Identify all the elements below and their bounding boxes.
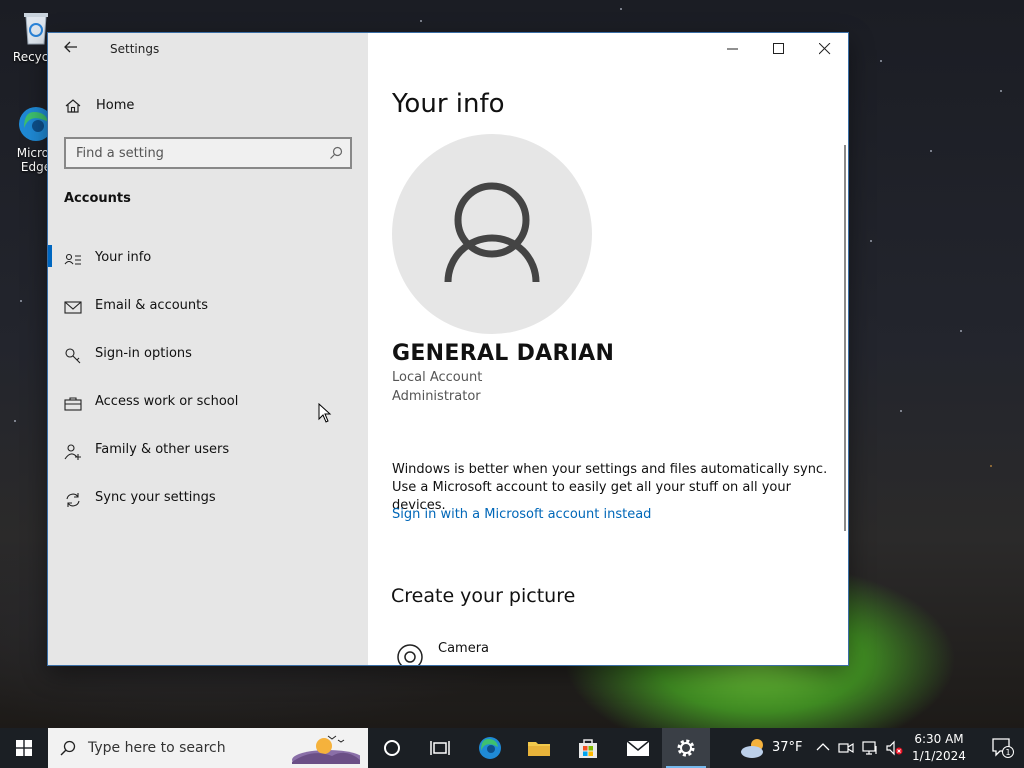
sidebar-item-family-other-users[interactable]: Family & other users <box>48 431 368 479</box>
sidebar-item-label: Sign-in options <box>95 346 192 361</box>
back-arrow-icon <box>64 41 77 53</box>
sidebar-item-label: Email & accounts <box>95 298 209 313</box>
notification-count: 1 <box>1005 748 1010 757</box>
chevron-up-icon <box>816 743 830 751</box>
section-heading-accounts: Accounts <box>64 191 131 206</box>
camera-icon <box>396 643 424 665</box>
taskbar-search-placeholder: Type here to search <box>88 740 226 756</box>
mail-button[interactable] <box>614 728 662 768</box>
taskbar-clock[interactable]: 6:30 AM 1/1/2024 <box>906 731 972 765</box>
sidebar-item-sync-settings[interactable]: Sync your settings <box>48 479 368 527</box>
cortana-button[interactable] <box>368 728 416 768</box>
settings-window: Settings Home Accounts <box>48 33 848 665</box>
search-icon[interactable] <box>328 145 344 161</box>
maximize-button[interactable] <box>756 33 802 65</box>
avatar <box>392 134 592 334</box>
file-explorer-button[interactable] <box>515 728 563 768</box>
home-icon <box>64 97 82 115</box>
find-setting-input[interactable] <box>66 139 326 167</box>
store-icon <box>579 739 597 758</box>
find-setting-search[interactable] <box>64 137 352 169</box>
account-type: Local Account <box>392 370 483 385</box>
sidebar-item-home[interactable]: Home <box>48 91 368 121</box>
accounts-nav: Your info Email & accounts Sign-in optio… <box>48 239 368 527</box>
sidebar-item-label: Your info <box>95 250 152 265</box>
sidebar-item-label: Sync your settings <box>95 490 216 505</box>
start-button[interactable] <box>0 728 48 768</box>
gear-icon <box>677 739 695 757</box>
taskbar: Type here to search 37°F 6:30 AM 1/1/202… <box>0 728 1024 768</box>
minimize-button[interactable] <box>710 33 756 65</box>
sidebar-item-sign-in-options[interactable]: Sign-in options <box>48 335 368 383</box>
minimize-icon <box>727 48 738 50</box>
settings-taskbar-button[interactable] <box>662 728 710 768</box>
volume-muted-icon <box>886 740 903 756</box>
back-button[interactable] <box>60 39 82 59</box>
your-info-pane: Your info GENERAL DARIAN Local Account A… <box>368 33 848 665</box>
microsoft-store-button[interactable] <box>564 728 612 768</box>
create-picture-heading: Create your picture <box>391 585 576 607</box>
page-title: Your info <box>392 89 505 119</box>
sidebar-item-label: Access work or school <box>95 394 239 409</box>
camera-tray-icon <box>838 742 854 754</box>
sidebar-item-label: Family & other users <box>95 442 230 457</box>
account-role: Administrator <box>392 389 481 404</box>
camera-label: Camera <box>438 641 490 656</box>
tray-volume[interactable] <box>884 728 906 768</box>
partly-cloudy-icon <box>741 739 763 758</box>
person-add-icon <box>64 443 82 461</box>
search-icon <box>60 740 76 756</box>
cortana-icon <box>384 740 400 756</box>
tray-meet-now[interactable] <box>836 728 856 768</box>
taskbar-edge-button[interactable] <box>466 728 514 768</box>
person-list-icon <box>64 251 82 269</box>
sidebar-item-label: Home <box>96 98 135 113</box>
close-icon <box>819 43 831 55</box>
edge-icon <box>479 737 501 759</box>
mail-icon <box>64 299 82 317</box>
tray-network[interactable] <box>860 728 882 768</box>
clock-time: 6:30 AM <box>914 732 964 746</box>
settings-sidebar: Settings Home Accounts <box>48 33 368 665</box>
window-controls <box>710 33 848 65</box>
sidebar-item-email-accounts[interactable]: Email & accounts <box>48 287 368 335</box>
task-view-icon <box>430 741 450 755</box>
task-view-button[interactable] <box>416 728 464 768</box>
user-silhouette-icon <box>444 182 540 283</box>
sync-icon <box>64 491 82 509</box>
taskbar-search-box[interactable]: Type here to search <box>48 728 368 768</box>
weather-widget[interactable]: 37°F <box>736 728 806 768</box>
window-title: Settings <box>110 42 160 56</box>
weather-temperature: 37°F <box>772 740 803 755</box>
folder-icon <box>528 742 550 756</box>
camera-option[interactable]: Camera <box>392 633 692 665</box>
close-button[interactable] <box>802 33 848 65</box>
network-icon <box>862 741 877 755</box>
action-center-button[interactable]: 1 <box>980 728 1024 768</box>
mail-icon <box>626 740 650 756</box>
windows-logo-icon <box>16 740 32 756</box>
key-icon <box>64 347 82 365</box>
search-highlight-art-icon <box>292 735 360 764</box>
sign-in-microsoft-link[interactable]: Sign in with a Microsoft account instead <box>392 507 651 522</box>
user-name: GENERAL DARIAN <box>392 341 615 366</box>
show-hidden-icons-button[interactable] <box>814 728 832 768</box>
sidebar-item-your-info[interactable]: Your info <box>48 239 368 287</box>
scrollbar[interactable] <box>844 145 846 531</box>
notification-icon: 1 <box>992 738 1014 758</box>
mouse-cursor-icon <box>318 402 332 427</box>
briefcase-icon <box>64 395 82 413</box>
title-bar[interactable]: Settings <box>48 33 368 65</box>
maximize-icon <box>773 43 784 54</box>
clock-date: 1/1/2024 <box>912 749 966 763</box>
